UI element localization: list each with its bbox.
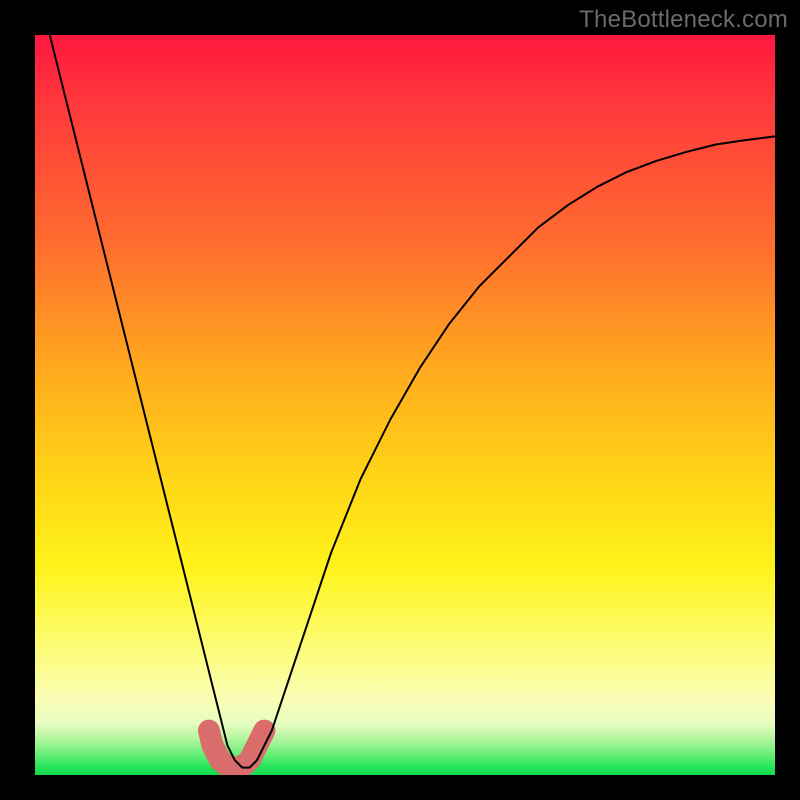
chart-frame: TheBottleneck.com: [0, 0, 800, 800]
plot-area: [35, 35, 775, 775]
curve-overlay: [35, 35, 775, 775]
watermark-text: TheBottleneck.com: [579, 6, 788, 34]
bottleneck-curve: [35, 35, 775, 768]
